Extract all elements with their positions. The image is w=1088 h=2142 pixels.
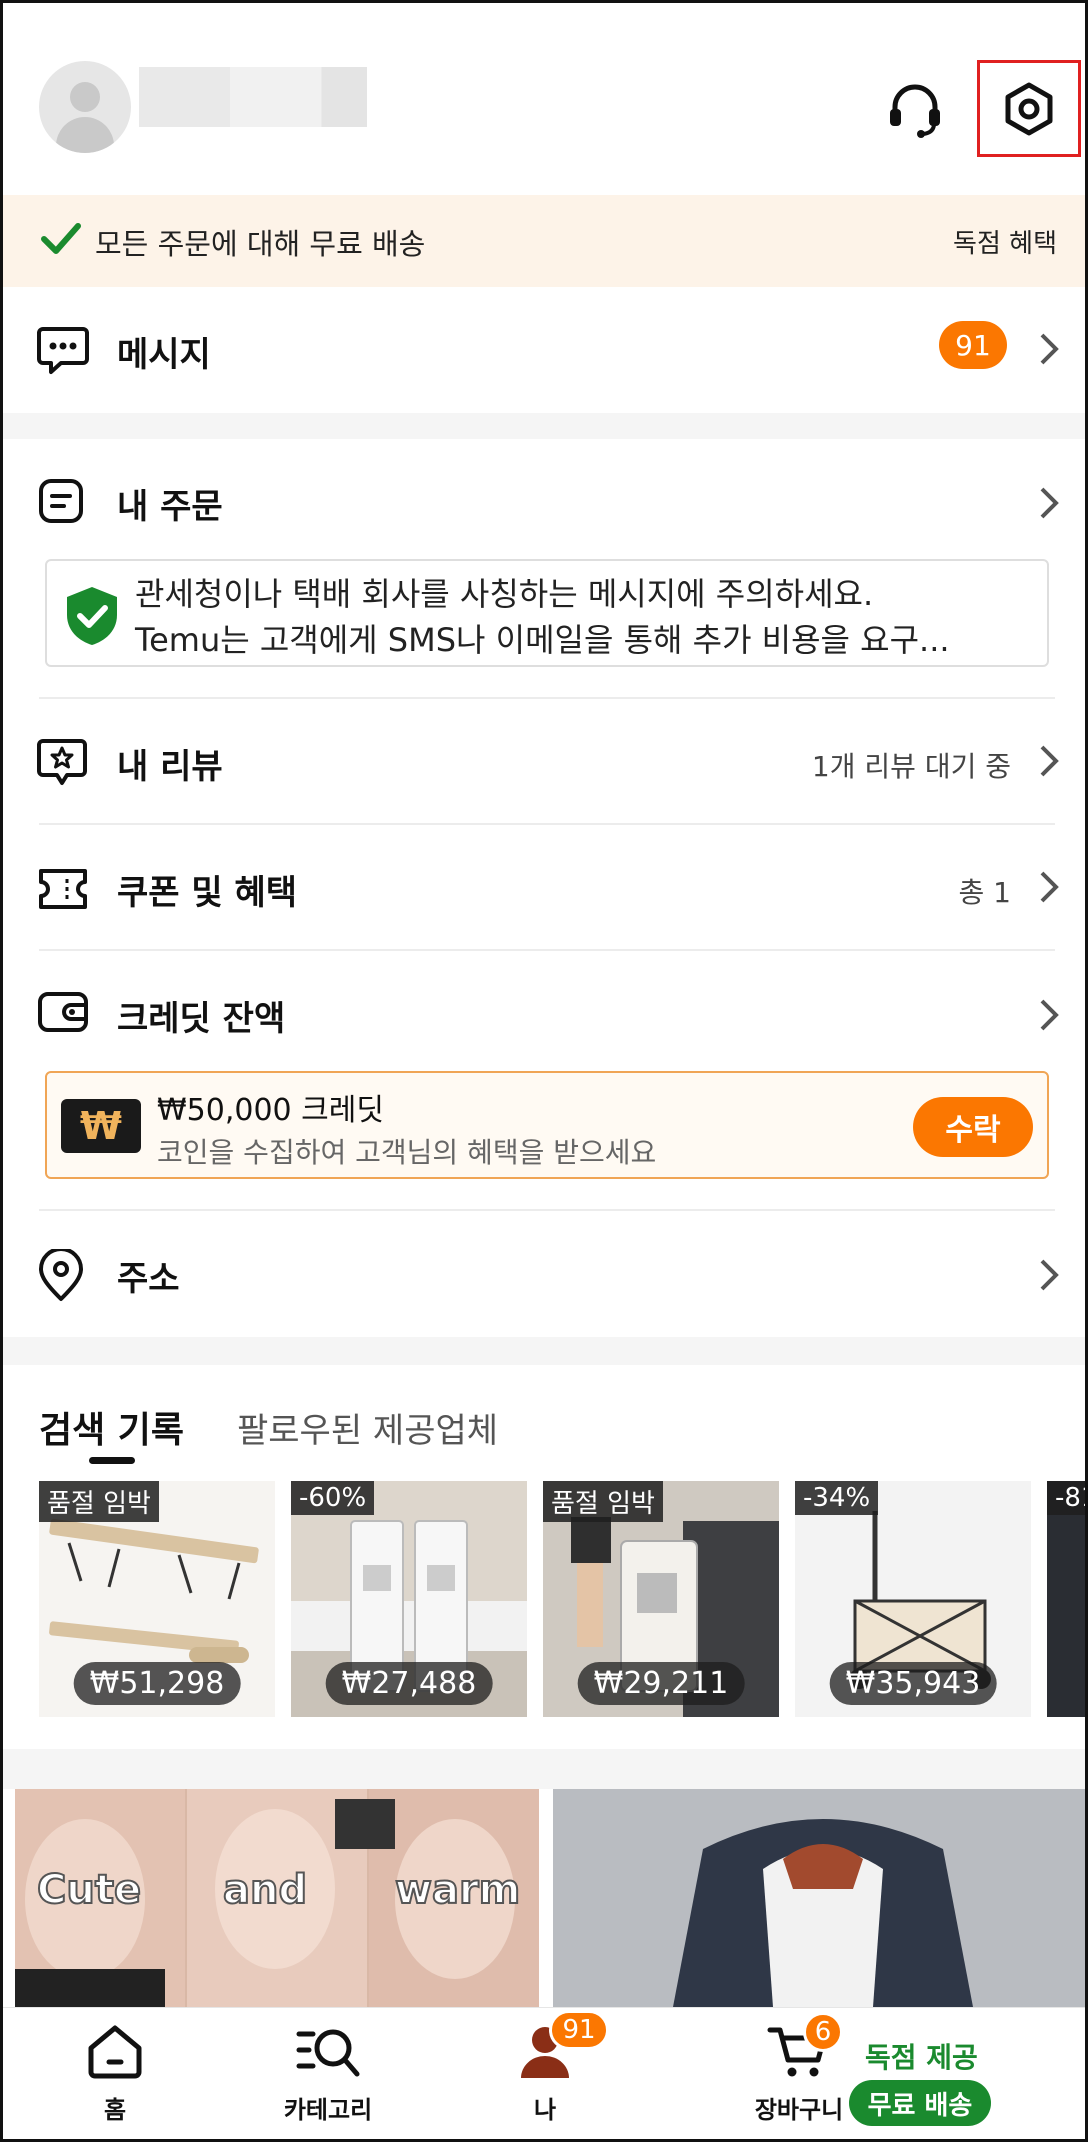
product-card[interactable]: 품절 임박 ₩29,211 [543,1481,779,1717]
profile-header [3,3,1085,195]
banner-text: 모든 주문에 대해 무료 배송 [95,227,426,261]
chevron-right-icon [1040,871,1059,903]
free-shipping-pill: 무료 배송 [849,2080,991,2126]
nav-home-label: 홈 [103,2096,127,2124]
messages-row[interactable]: 메시지 [3,287,1085,413]
promo-word: and [222,1866,308,1914]
messages-count-badge: 91 [939,321,1007,369]
messages-label: 메시지 [117,335,211,375]
promo-word: warm [394,1866,521,1914]
promo-jacket-banner[interactable] [553,1789,1085,2007]
exclusive-benefits-link[interactable]: 독점 혜택 [953,223,1057,260]
tab-followed-stores[interactable]: 팔로우된 제공업체 [237,1403,498,1452]
jacket-photo-image [553,1789,1085,2007]
avatar[interactable] [39,61,131,153]
nav-category[interactable]: 카테고리 [273,2022,383,2125]
chevron-right-icon [1040,745,1059,777]
accept-credit-button[interactable]: 수락 [913,1097,1033,1157]
product-tag: -34% [795,1481,879,1515]
chat-bubble-icon [37,327,89,374]
exclusive-offer-text: 독점 제공 [865,2041,978,2074]
username-blurred [139,67,367,127]
coupons-row[interactable]: 쿠폰 및 혜택 총 1 [3,825,1085,949]
check-icon [41,223,81,254]
product-tag: -81 [1047,1481,1085,1515]
order-list-icon [39,479,83,523]
my-reviews-row[interactable]: 내 리뷰 1개 리뷰 대기 중 [3,699,1085,823]
customer-support-button[interactable] [883,77,947,141]
product-price: ₩35,943 [829,1662,997,1705]
active-tab-indicator [89,1457,135,1464]
credit-amount: ₩50,000 크레딧 [157,1093,384,1128]
credit-description: 코인을 수집하여 고객님의 혜택을 받으세요 [157,1136,657,1169]
coupons-label: 쿠폰 및 혜택 [117,873,298,913]
me-notification-badge: 91 [549,2010,609,2050]
history-tabs: 검색 기록 팔로우된 제공업체 [3,1365,1085,1465]
product-tag: 품절 임박 [543,1481,663,1522]
nav-home[interactable]: 홈 [73,2022,157,2125]
nav-cart-label: 장바구니 [754,2096,844,2124]
location-pin-icon [39,1249,83,1301]
product-card[interactable]: -60% ₩27,488 [291,1481,527,1717]
product-tag: -60% [291,1481,375,1515]
tab-search-history[interactable]: 검색 기록 [39,1401,184,1453]
product-card[interactable]: 품절 임박 ₩51,298 [39,1481,275,1717]
product-price: ₩29,211 [577,1662,745,1705]
scam-warning-notice[interactable]: 관세청이나 택배 회사를 사칭하는 메시지에 주의하세요. Temu는 고객에게… [45,559,1049,667]
screen: 모든 주문에 대해 무료 배송 독점 혜택 메시지 91 내 주문 관세청이나 … [0,0,1088,2142]
headset-icon [890,84,940,138]
nav-category-label: 카테고리 [283,2096,373,2124]
notice-line-2: Temu는 고객에게 SMS나 이메일을 통해 추가 비용을 요구... [135,621,950,659]
shield-check-icon [67,587,117,645]
credit-offer-card[interactable]: ₩ ₩50,000 크레딧 코인을 수집하여 고객님의 혜택을 받으세요 수락 [45,1071,1049,1179]
address-row[interactable]: 주소 [3,1211,1085,1337]
address-label: 주소 [117,1259,180,1299]
nav-me-label: 나 [533,2096,557,2124]
notice-line-1: 관세청이나 택배 회사를 사칭하는 메시지에 주의하세요. [135,575,874,613]
coupon-ticket-icon [39,869,87,909]
category-search-icon [296,2029,360,2077]
chevron-right-icon [1040,333,1059,365]
settings-icon [1005,82,1053,135]
my-reviews-label: 내 리뷰 [117,747,223,787]
promo-word: Cute [36,1866,142,1914]
credit-balance-label: 크레딧 잔액 [117,999,286,1039]
wallet-icon [38,992,88,1032]
review-star-icon [37,739,87,785]
chevron-right-icon [1040,999,1059,1031]
won-credit-icon: ₩ [61,1099,141,1153]
chevron-right-icon [1040,487,1059,519]
settings-button[interactable] [977,60,1081,157]
product-price: ₩51,298 [73,1662,241,1705]
product-price: ₩27,488 [325,1662,493,1705]
promo-socks-banner[interactable]: Cute and warm [15,1789,539,2007]
product-card[interactable]: -34% ₩35,943 [795,1481,1031,1717]
recent-products-strip: 품절 임박 ₩51,298 -60% ₩27,488 품절 임박 ₩29,211… [3,1481,1085,1721]
chevron-right-icon [1040,1259,1059,1291]
reviews-pending-text: 1개 리뷰 대기 중 [811,750,1011,783]
product-card[interactable]: -81 [1047,1481,1085,1717]
product-tag: 품절 임박 [39,1481,159,1522]
coupons-count-text: 총 1 [958,876,1011,909]
my-orders-label: 내 주문 [117,487,223,527]
cart-count-badge: 6 [803,2012,843,2052]
bottom-navigation: 홈 카테고리 나 91 장바구니 6 독점 제공 무료 배송 [3,2007,1085,2139]
home-icon [88,2025,142,2079]
free-shipping-banner[interactable]: 모든 주문에 대해 무료 배송 독점 혜택 [3,195,1085,287]
